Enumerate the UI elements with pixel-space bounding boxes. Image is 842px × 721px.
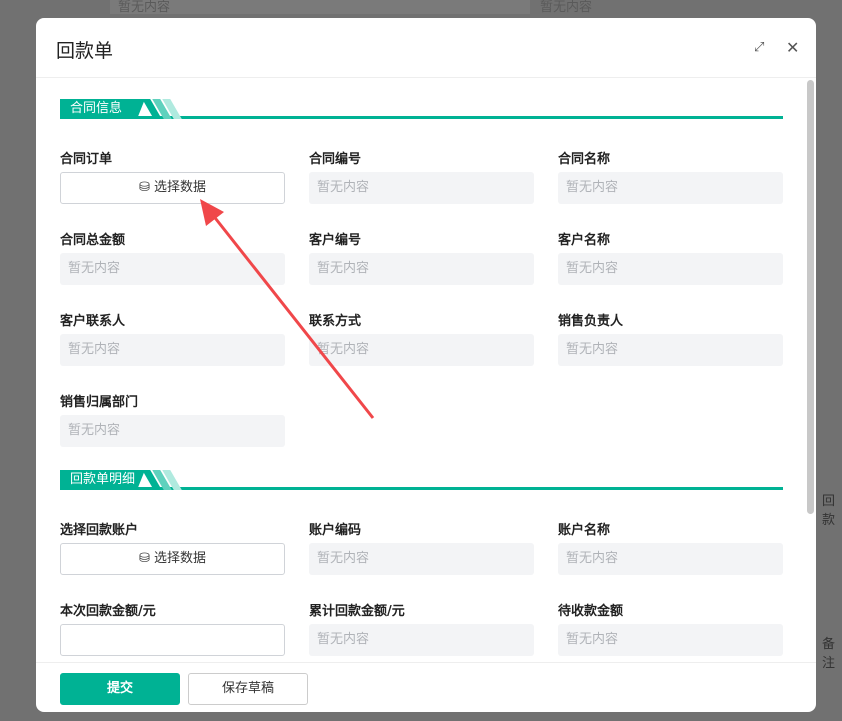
annotation-arrow	[200, 199, 375, 419]
